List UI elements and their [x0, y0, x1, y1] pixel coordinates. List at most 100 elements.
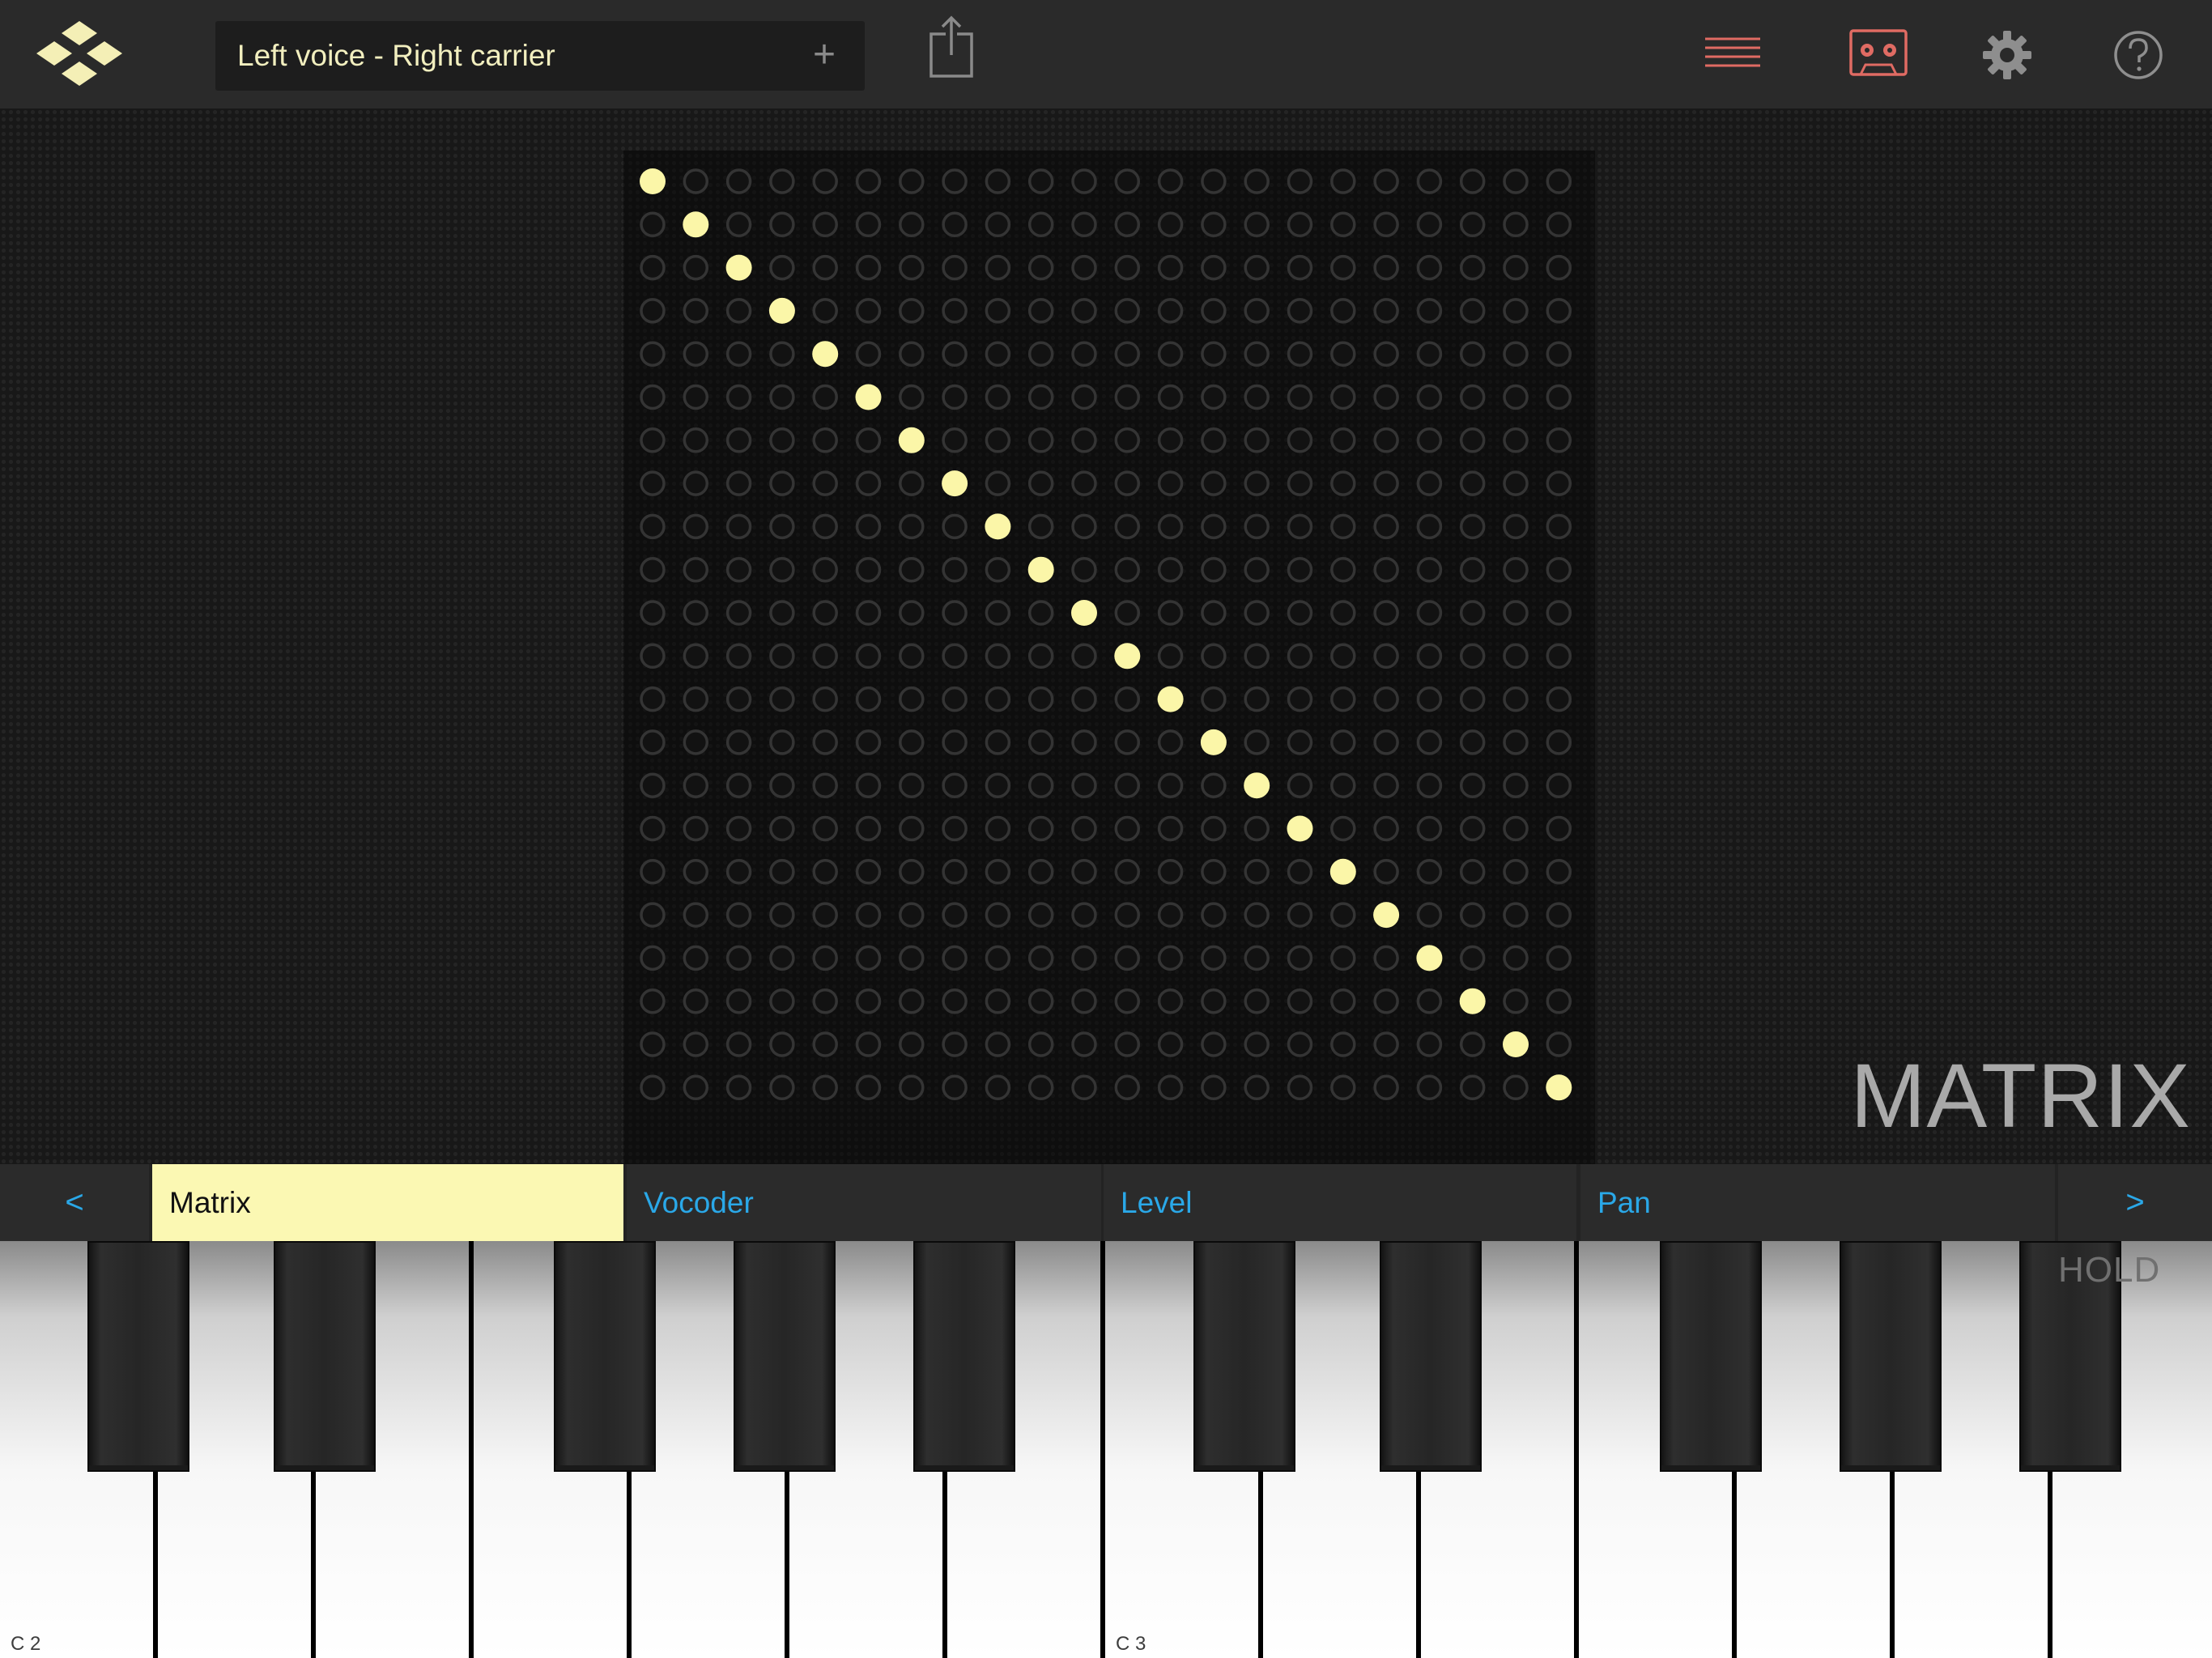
matrix-cell[interactable] [1330, 470, 1356, 496]
matrix-cell[interactable] [1157, 600, 1184, 626]
matrix-cell[interactable] [1201, 427, 1227, 453]
matrix-cell[interactable] [899, 988, 925, 1014]
matrix-cell[interactable] [855, 254, 882, 281]
matrix-cell[interactable] [1201, 902, 1227, 928]
matrix-cell[interactable] [725, 729, 752, 755]
matrix-cell[interactable] [1287, 859, 1313, 885]
matrix-cell[interactable] [1201, 1074, 1227, 1101]
matrix-cell[interactable] [1330, 772, 1356, 798]
matrix-cell[interactable] [1546, 427, 1572, 453]
matrix-cell[interactable] [812, 513, 838, 540]
matrix-cell[interactable] [1027, 1031, 1054, 1057]
matrix-cell[interactable] [1071, 643, 1097, 670]
matrix-cell[interactable] [1157, 298, 1184, 324]
matrix-cell[interactable] [725, 168, 752, 194]
matrix-cell[interactable] [1071, 815, 1097, 842]
matrix-cell[interactable] [899, 168, 925, 194]
matrix-cell[interactable] [855, 945, 882, 971]
matrix-cell[interactable] [1546, 859, 1572, 885]
matrix-cell[interactable] [1244, 341, 1270, 367]
matrix-cell[interactable] [1503, 1074, 1529, 1101]
matrix-cell[interactable] [1157, 168, 1184, 194]
matrix-cell[interactable] [1459, 341, 1486, 367]
matrix-cell[interactable] [1503, 298, 1529, 324]
matrix-cell[interactable] [1157, 470, 1184, 496]
matrix-cell[interactable] [683, 902, 709, 928]
black-key-as2[interactable] [913, 1241, 1015, 1472]
matrix-cell[interactable] [769, 686, 795, 712]
matrix-cell-active[interactable] [1459, 988, 1486, 1014]
matrix-cell[interactable] [1416, 556, 1443, 583]
matrix-cell[interactable] [1459, 298, 1486, 324]
matrix-cell[interactable] [640, 772, 666, 798]
matrix-cell[interactable] [985, 902, 1011, 928]
matrix-cell[interactable] [1546, 341, 1572, 367]
matrix-cell[interactable] [1027, 772, 1054, 798]
matrix-cell[interactable] [1330, 341, 1356, 367]
matrix-cell[interactable] [1416, 254, 1443, 281]
matrix-cell[interactable] [769, 815, 795, 842]
tab-pan[interactable]: Pan [1580, 1164, 2055, 1241]
matrix-cell[interactable] [1244, 643, 1270, 670]
matrix-cell[interactable] [1546, 902, 1572, 928]
matrix-cell[interactable] [1459, 168, 1486, 194]
matrix-cell[interactable] [1287, 1074, 1313, 1101]
matrix-cell[interactable] [1244, 168, 1270, 194]
matrix-cell[interactable] [1459, 513, 1486, 540]
tab-vocoder[interactable]: Vocoder [627, 1164, 1101, 1241]
matrix-cell[interactable] [683, 772, 709, 798]
matrix-cell[interactable] [1503, 341, 1529, 367]
matrix-cell[interactable] [1244, 988, 1270, 1014]
matrix-cell[interactable] [1459, 902, 1486, 928]
matrix-cell[interactable] [812, 168, 838, 194]
matrix-cell[interactable] [942, 168, 968, 194]
matrix-cell[interactable] [1546, 513, 1572, 540]
matrix-cell[interactable] [942, 341, 968, 367]
matrix-cell[interactable] [769, 729, 795, 755]
matrix-cell[interactable] [1459, 254, 1486, 281]
matrix-cell[interactable] [1330, 902, 1356, 928]
matrix-cell[interactable] [1459, 1074, 1486, 1101]
matrix-cell[interactable] [899, 211, 925, 238]
matrix-cell[interactable] [1503, 859, 1529, 885]
matrix-cell[interactable] [812, 988, 838, 1014]
matrix-cell[interactable] [855, 1031, 882, 1057]
matrix-cell[interactable] [1027, 945, 1054, 971]
matrix-cell[interactable] [1071, 686, 1097, 712]
matrix-cell[interactable] [725, 902, 752, 928]
matrix-cell[interactable] [1114, 470, 1141, 496]
matrix-cell[interactable] [640, 211, 666, 238]
matrix-cell[interactable] [1287, 470, 1313, 496]
matrix-cell[interactable] [1027, 168, 1054, 194]
matrix-cell[interactable] [812, 1031, 838, 1057]
matrix-cell-active[interactable] [1027, 556, 1054, 583]
matrix-cell[interactable] [640, 556, 666, 583]
matrix-cell[interactable] [1546, 211, 1572, 238]
matrix-cell[interactable] [855, 168, 882, 194]
matrix-cell-active[interactable] [640, 168, 666, 194]
matrix-cell[interactable] [1157, 945, 1184, 971]
matrix-cell[interactable] [942, 1031, 968, 1057]
matrix-cell[interactable] [1546, 298, 1572, 324]
matrix-cell[interactable] [985, 470, 1011, 496]
matrix-cell[interactable] [1244, 427, 1270, 453]
matrix-cell[interactable] [812, 298, 838, 324]
matrix-cell[interactable] [1201, 686, 1227, 712]
matrix-cell[interactable] [1330, 513, 1356, 540]
matrix-cell[interactable] [985, 643, 1011, 670]
matrix-cell[interactable] [855, 729, 882, 755]
matrix-cell[interactable] [1287, 168, 1313, 194]
matrix-cell[interactable] [855, 686, 882, 712]
matrix-cell[interactable] [1201, 859, 1227, 885]
matrix-cell[interactable] [1459, 686, 1486, 712]
matrix-cell[interactable] [1071, 168, 1097, 194]
matrix-cell[interactable] [1201, 815, 1227, 842]
matrix-cell[interactable] [1503, 168, 1529, 194]
matrix-cell[interactable] [1201, 470, 1227, 496]
matrix-cell[interactable] [725, 298, 752, 324]
matrix-cell[interactable] [1416, 1031, 1443, 1057]
matrix-cell[interactable] [1416, 643, 1443, 670]
matrix-cell[interactable] [855, 513, 882, 540]
matrix-cell-active[interactable] [1114, 643, 1141, 670]
matrix-cell[interactable] [1157, 556, 1184, 583]
